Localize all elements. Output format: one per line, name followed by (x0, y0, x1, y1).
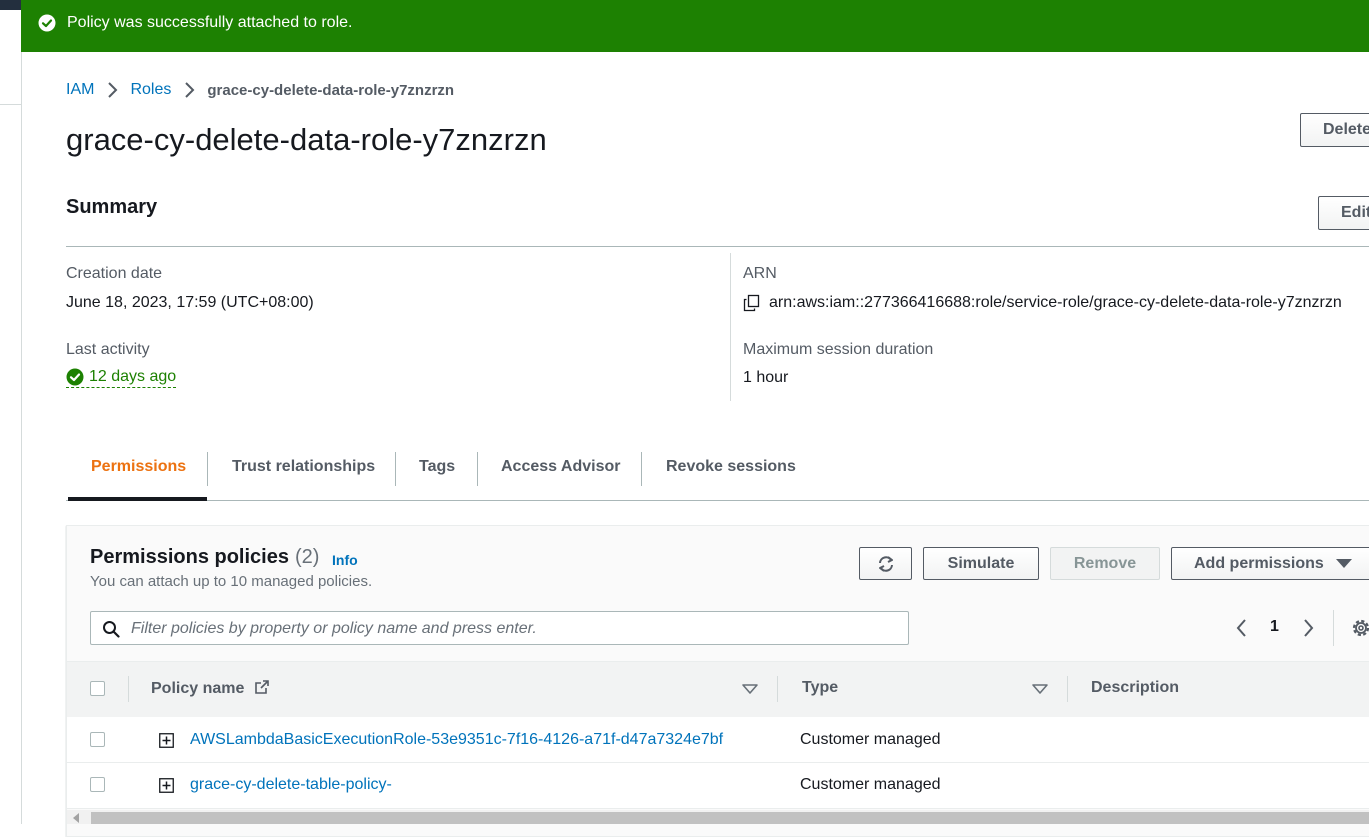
creation-date-value: June 18, 2023, 17:59 (UTC+08:00) (66, 294, 314, 311)
sort-caret-down-icon[interactable] (741, 683, 759, 695)
column-separator (1067, 676, 1068, 702)
side-nav-divider (0, 104, 21, 105)
success-check-icon (38, 14, 56, 32)
pager-divider (1333, 610, 1334, 646)
column-header-description[interactable]: Description (1091, 679, 1179, 697)
scroll-left-icon[interactable] (73, 813, 79, 823)
policy-name-link[interactable]: grace-cy-delete-table-policy- (190, 776, 392, 794)
delete-button[interactable]: Delete (1300, 113, 1369, 147)
summary-column-divider (730, 253, 731, 401)
remove-button[interactable]: Remove (1050, 547, 1160, 580)
policy-type: Customer managed (800, 776, 941, 793)
breadcrumb: IAM Roles grace-cy-delete-data-role-y7zn… (66, 80, 454, 100)
edit-button[interactable]: Edit (1318, 196, 1369, 230)
success-flashbar: Policy was successfully attached to role… (21, 0, 1369, 52)
panel-title-text: Permissions policies (90, 546, 289, 568)
column-header-policy-name-label: Policy name (151, 680, 245, 697)
tab-access-advisor[interactable]: Access Advisor (501, 446, 620, 500)
policy-type: Customer managed (800, 731, 941, 748)
tab-permissions[interactable]: Permissions (91, 446, 186, 500)
previous-page-icon[interactable] (1232, 617, 1252, 639)
gear-icon[interactable] (1350, 617, 1369, 639)
copy-icon[interactable] (743, 294, 761, 312)
summary-title: Summary (66, 196, 158, 218)
summary-divider (66, 246, 1369, 247)
arn-text: arn:aws:iam::277366416688:role/service-r… (769, 294, 1342, 311)
page-title: grace-cy-delete-data-role-y7znzrzn (66, 122, 547, 157)
external-link-icon (255, 680, 269, 694)
arn-value: arn:aws:iam::277366416688:role/service-r… (743, 294, 1342, 312)
breadcrumb-current: grace-cy-delete-data-role-y7znzrzn (207, 81, 455, 99)
last-activity-value[interactable]: 12 days ago (66, 368, 177, 388)
policy-filter (90, 611, 909, 645)
chevron-right-icon (185, 82, 195, 98)
max-session-value: 1 hour (743, 369, 789, 386)
policy-name-link[interactable]: AWSLambdaBasicExecutionRole-53e9351c-7f1… (190, 731, 723, 749)
info-link[interactable]: Info (332, 552, 358, 568)
tab-trust-relationships[interactable]: Trust relationships (232, 446, 375, 500)
arn-label: ARN (743, 265, 777, 282)
row-checkbox[interactable] (90, 777, 105, 792)
last-activity-text: 12 days ago (89, 368, 177, 385)
column-separator (128, 676, 129, 702)
policy-filter-input[interactable] (129, 617, 893, 641)
refresh-button[interactable] (859, 547, 912, 580)
refresh-icon (878, 555, 893, 572)
tab-separator (641, 452, 642, 486)
permissions-policies-title: Permissions policies (2) (90, 546, 319, 569)
breadcrumb-roles[interactable]: Roles (130, 81, 171, 99)
add-permissions-button[interactable]: Add permissions (1171, 547, 1369, 580)
column-separator (777, 676, 778, 702)
creation-date-label: Creation date (66, 265, 163, 282)
select-all-checkbox[interactable] (90, 681, 105, 696)
role-tabs: Permissions Trust relationships Tags Acc… (66, 446, 1369, 501)
tab-tags[interactable]: Tags (419, 446, 455, 500)
chevron-right-icon (108, 82, 118, 98)
flash-message: Policy was successfully attached to role… (67, 14, 353, 31)
simulate-button[interactable]: Simulate (923, 547, 1039, 580)
caret-down-icon (1335, 558, 1352, 568)
expand-plus-icon[interactable] (159, 733, 174, 748)
side-nav-collapsed (0, 10, 22, 824)
status-success-icon (66, 368, 84, 386)
horizontal-scrollbar[interactable] (67, 810, 1369, 824)
next-page-icon[interactable] (1298, 617, 1318, 639)
column-header-policy-name[interactable]: Policy name (151, 679, 270, 698)
scrollbar-thumb[interactable] (91, 812, 1369, 824)
page-number[interactable]: 1 (1270, 618, 1279, 636)
row-checkbox[interactable] (90, 732, 105, 747)
column-header-type[interactable]: Type (802, 679, 838, 697)
tab-separator (207, 452, 208, 486)
tab-separator (477, 452, 478, 486)
max-session-label: Maximum session duration (743, 341, 934, 358)
policy-count: (2) (294, 546, 320, 568)
active-tab-indicator (68, 497, 207, 501)
expand-plus-icon[interactable] (159, 778, 174, 793)
last-activity-label: Last activity (66, 341, 150, 358)
breadcrumb-iam[interactable]: IAM (66, 81, 94, 99)
tab-revoke-sessions[interactable]: Revoke sessions (666, 446, 796, 500)
add-permissions-label: Add permissions (1194, 554, 1324, 572)
sort-caret-down-icon[interactable] (1031, 683, 1049, 695)
panel-description: You can attach up to 10 managed policies… (90, 573, 373, 590)
tab-separator (395, 452, 396, 486)
search-icon (103, 621, 120, 638)
